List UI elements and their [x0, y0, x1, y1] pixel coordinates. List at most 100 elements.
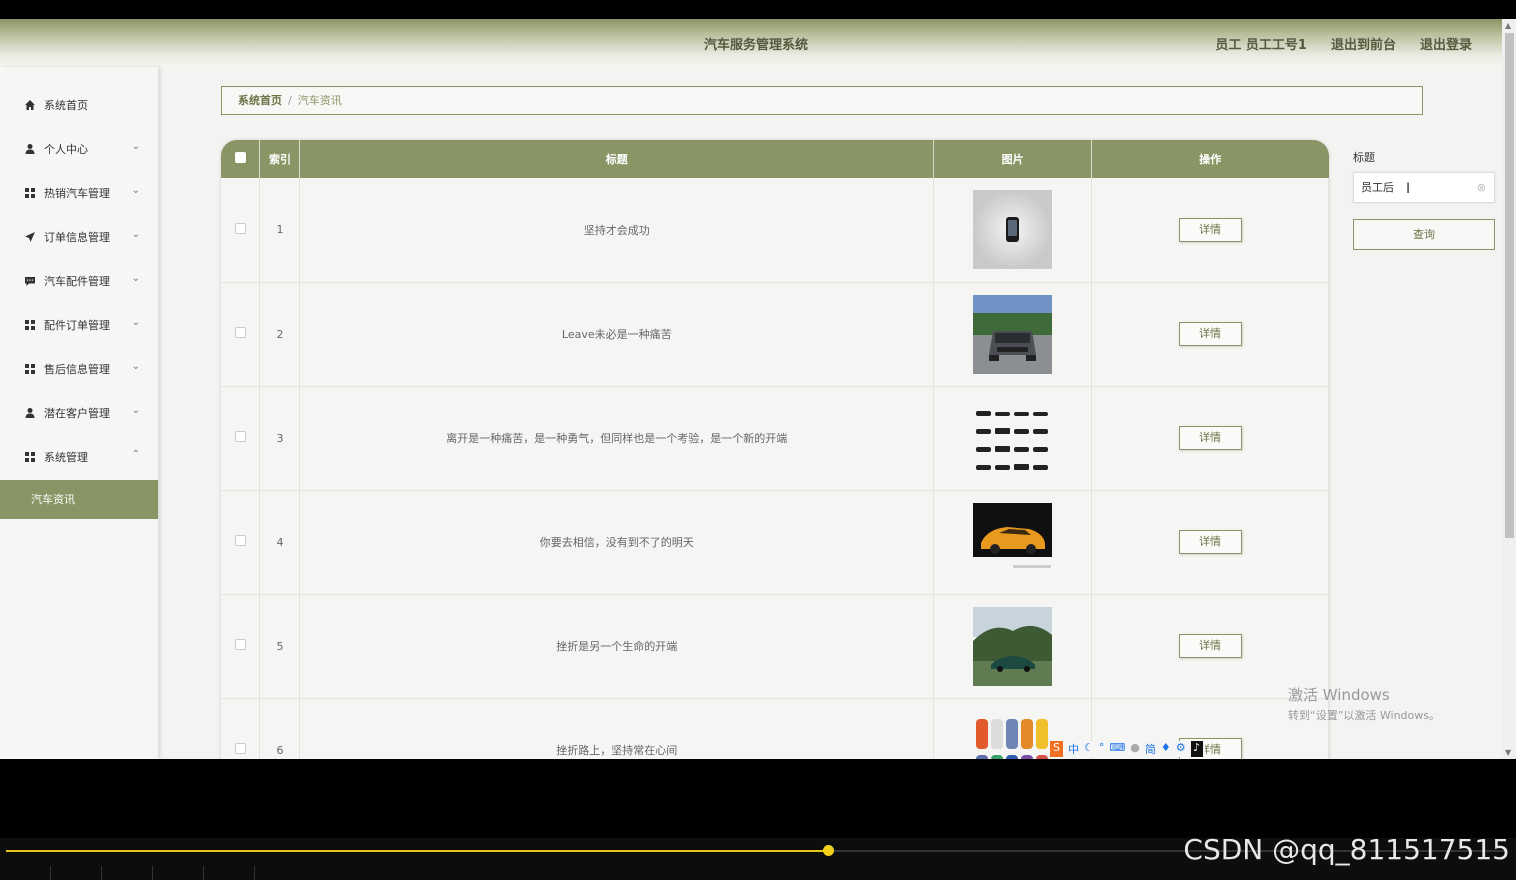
chevron-up-icon: ⌃ — [131, 449, 140, 460]
row-title: 离开是一种痛苦，是一种勇气，但同样也是一个考验，是一个新的开端 — [299, 386, 935, 491]
sidebar-item-label: 系统首页 — [44, 99, 88, 112]
watermark-line2: 转到“设置”以激活 Windows。 — [1288, 709, 1440, 722]
chevron-down-icon: ⌄ — [131, 185, 140, 196]
select-all-header — [221, 140, 261, 178]
progress-knob[interactable] — [823, 845, 834, 856]
sidebar-item-label: 订单信息管理 — [44, 231, 110, 244]
detail-button[interactable]: 详情 — [1178, 426, 1242, 450]
row-title: 挫折是另一个生命的开端 — [299, 594, 935, 699]
row-checkbox[interactable] — [234, 743, 246, 754]
select-all-checkbox[interactable] — [234, 152, 246, 163]
row-image-cell — [933, 594, 1093, 699]
keyboard-icon[interactable]: ⌨ — [1109, 741, 1125, 757]
sidebar-item-label: 个人中心 — [44, 143, 88, 156]
ime-simplified[interactable]: 简 — [1145, 741, 1156, 757]
car-icons-thumb[interactable] — [973, 398, 1053, 478]
chevron-down-icon: ⌄ — [131, 141, 140, 152]
table-row: 3 离开是一种痛苦，是一种勇气，但同样也是一个考验，是一个新的开端 详情 — [221, 386, 1329, 491]
grid-icon — [24, 363, 36, 375]
page-scrollbar[interactable]: ▲ ▼ — [1502, 19, 1516, 759]
player-control[interactable] — [0, 866, 51, 880]
sidebar-item-label: 配件订单管理 — [44, 319, 110, 332]
row-index: 4 — [259, 490, 301, 595]
player-control[interactable] — [204, 866, 255, 880]
top-links: 员工 员工工号1 退出到前台 退出登录 — [1215, 34, 1472, 53]
action-header: 操作 — [1091, 140, 1329, 178]
sidebar-item-personal-center[interactable]: 个人中心 ⌄ — [0, 127, 158, 171]
progress-fill — [6, 850, 828, 852]
row-index: 3 — [259, 386, 301, 491]
gear-icon[interactable]: ⚙ — [1176, 741, 1186, 757]
exit-to-front-link[interactable]: 退出到前台 — [1331, 34, 1396, 53]
row-checkbox[interactable] — [234, 431, 246, 442]
detail-button[interactable]: 详情 — [1178, 634, 1242, 658]
clear-icon[interactable]: ⊗ — [1477, 173, 1486, 202]
row-title: 挫折路上，坚持常在心间 — [299, 698, 935, 759]
breadcrumb: 系统首页 / 汽车资讯 — [221, 86, 1423, 115]
user-icon[interactable]: ● — [1130, 741, 1140, 757]
player-control[interactable] — [102, 866, 153, 880]
punctuation-icon[interactable]: ° — [1099, 741, 1105, 757]
sidebar-item-home[interactable]: 系统首页 — [0, 83, 158, 127]
breadcrumb-current: 汽车资讯 — [297, 94, 342, 107]
sidebar-item-hot-cars[interactable]: 热销汽车管理 ⌄ — [0, 171, 158, 215]
player-control[interactable] — [51, 866, 102, 880]
home-icon — [24, 99, 36, 111]
logout-link[interactable]: 退出登录 — [1420, 34, 1472, 53]
row-image-cell — [933, 490, 1093, 595]
chevron-down-icon: ⌄ — [131, 273, 140, 284]
index-header: 索引 — [259, 140, 301, 178]
row-action-cell: 详情 — [1091, 178, 1329, 283]
text-cursor-icon: I — [1406, 181, 1411, 197]
row-checkbox[interactable] — [234, 222, 246, 234]
scrollbar-thumb[interactable] — [1505, 33, 1514, 538]
image-header: 图片 — [933, 140, 1093, 178]
row-checkbox[interactable] — [234, 327, 246, 338]
search-button[interactable]: 查询 — [1353, 219, 1495, 250]
green-car-landscape-thumb[interactable] — [973, 606, 1053, 686]
row-checkbox[interactable] — [234, 639, 246, 650]
row-action-cell: 详情 — [1091, 490, 1329, 595]
sidebar-item-after-sales[interactable]: 售后信息管理 ⌄ — [0, 347, 158, 391]
detail-button[interactable]: 详情 — [1178, 217, 1242, 242]
row-index: 5 — [259, 594, 301, 699]
shirt-icon[interactable]: ♦ — [1161, 741, 1171, 757]
row-image-cell — [933, 178, 1093, 283]
row-checkbox[interactable] — [234, 535, 246, 546]
row-checkbox-cell — [221, 594, 261, 699]
breadcrumb-separator: / — [288, 94, 292, 107]
sidebar-item-label: 热销汽车管理 — [44, 187, 110, 200]
scroll-up-icon[interactable]: ▲ — [1505, 21, 1511, 30]
orange-sportscar-thumb[interactable] — [973, 502, 1053, 582]
sidebar-item-orders[interactable]: 订单信息管理 ⌄ — [0, 215, 158, 259]
chevron-down-icon: ⌄ — [131, 229, 140, 240]
phone-car-thumb[interactable] — [973, 190, 1053, 270]
scroll-down-icon[interactable]: ▼ — [1505, 748, 1511, 757]
ime-chinese-mode[interactable]: 中 — [1068, 741, 1079, 757]
sidebar-item-system[interactable]: 系统管理 ⌃ — [0, 435, 158, 479]
sidebar-subitem-car-news[interactable]: 汽车资讯 — [0, 480, 158, 519]
sidebar-item-part-orders[interactable]: 配件订单管理 ⌄ — [0, 303, 158, 347]
user-icon — [24, 143, 36, 155]
row-title: 坚持才会成功 — [299, 178, 935, 283]
colorful-cars-thumb[interactable] — [973, 710, 1053, 760]
grid-icon — [24, 187, 36, 199]
sidebar-item-potential-customers[interactable]: 潜在客户管理 ⌄ — [0, 391, 158, 435]
row-checkbox-cell — [221, 698, 261, 759]
moon-icon[interactable]: ☾ — [1084, 741, 1094, 757]
detail-button[interactable]: 详情 — [1178, 530, 1242, 554]
windows-activation-watermark: 激活 Windows 转到“设置”以激活 Windows。 — [1288, 684, 1440, 723]
breadcrumb-home[interactable]: 系统首页 — [238, 94, 282, 107]
detail-button[interactable]: 详情 — [1178, 322, 1242, 346]
player-control[interactable] — [153, 866, 204, 880]
ime-toolbar[interactable]: S 中 ☾ ° ⌨ ● 简 ♦ ⚙ ♪ — [1048, 741, 1205, 757]
table-row: 4 你要去相信，没有到不了的明天 详情 — [221, 490, 1329, 595]
sidebar-item-parts[interactable]: 汽车配件管理 ⌄ — [0, 259, 158, 303]
ime-logo-icon: S — [1050, 741, 1063, 757]
suv-photo-thumb[interactable] — [973, 294, 1053, 374]
tiktok-icon[interactable]: ♪ — [1190, 741, 1203, 757]
chevron-down-icon: ⌄ — [131, 317, 140, 328]
chevron-down-icon: ⌄ — [131, 361, 140, 372]
search-title-input[interactable]: 员工后 I ⊗ — [1353, 172, 1495, 203]
sidebar-item-label: 系统管理 — [44, 451, 88, 464]
